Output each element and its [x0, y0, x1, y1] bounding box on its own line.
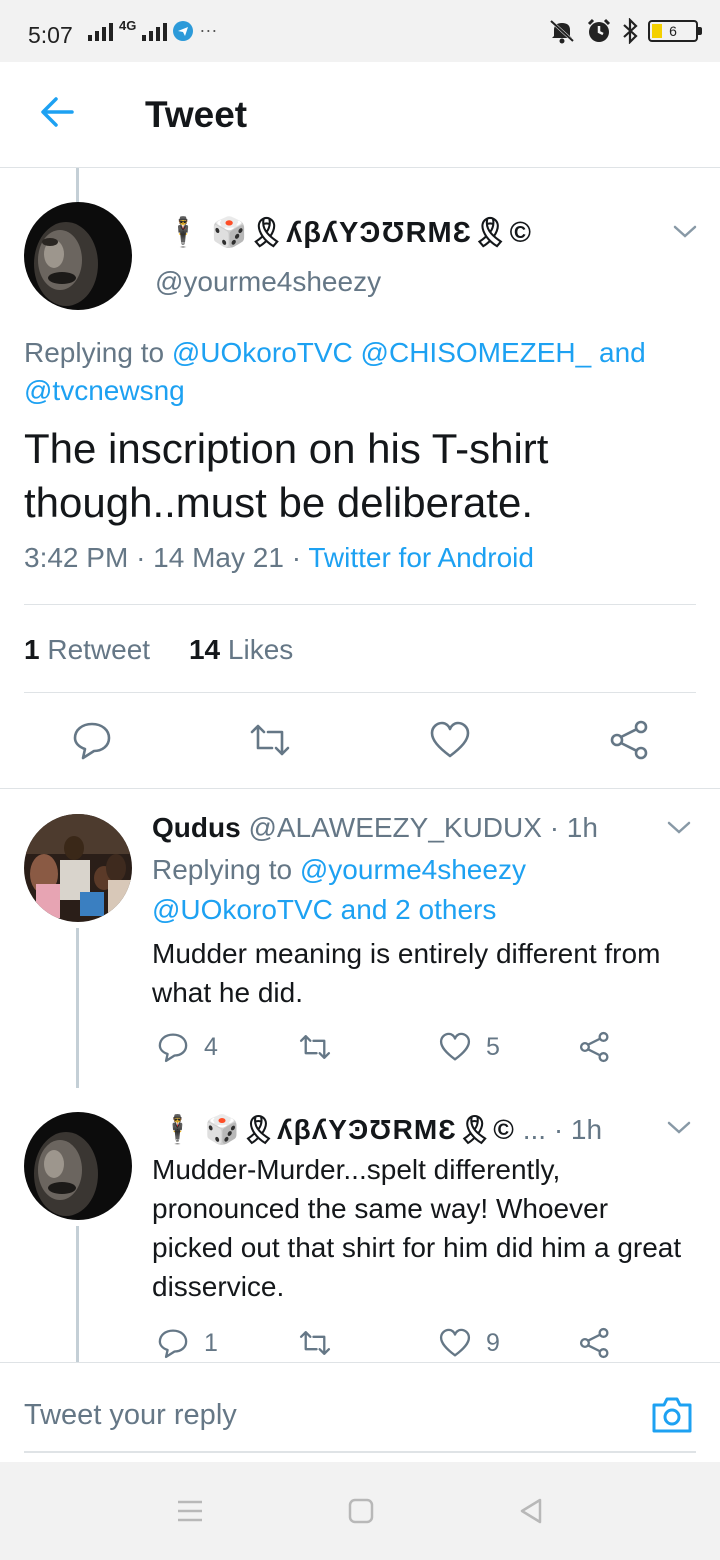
- telegram-icon: [173, 20, 194, 41]
- bluetooth-icon: [623, 18, 638, 44]
- retweet-icon: [299, 1331, 331, 1355]
- replying-prefix: Replying to: [24, 337, 165, 368]
- reply-header: 🕴 🎲🎗ʎβʎYϿƱRMƐ🎗© ... · 1h: [160, 1113, 602, 1146]
- chevron-down-icon[interactable]: [664, 818, 694, 838]
- reply-button[interactable]: 4: [156, 1030, 218, 1064]
- tweet-text: The inscription on his T-shirt though..m…: [24, 425, 549, 526]
- share-icon: [579, 1031, 609, 1063]
- reply-input[interactable]: Tweet your reply: [24, 1399, 237, 1432]
- thread-line: [76, 168, 79, 202]
- divider: [24, 604, 696, 605]
- meta-separator: ·: [291, 542, 302, 573]
- signal-2-icon: [142, 21, 168, 41]
- reply-icon: [158, 1033, 188, 1063]
- avatar[interactable]: [24, 814, 132, 922]
- author-handle[interactable]: @yourme4sheezy: [155, 266, 381, 298]
- top-app-bar: Tweet: [0, 62, 720, 168]
- reply-author-name[interactable]: 🕴 🎲🎗ʎβʎYϿƱRMƐ🎗©: [160, 1114, 515, 1145]
- reply-header: Qudus @ALAWEEZY_KUDUX · 1h: [152, 812, 598, 844]
- status-right-icons: 6: [548, 18, 702, 44]
- like-icon[interactable]: [428, 718, 472, 762]
- reply-author-name[interactable]: Qudus: [152, 812, 241, 843]
- battery-icon: 6: [648, 20, 702, 42]
- tweet-source[interactable]: Twitter for Android: [308, 542, 534, 573]
- back-icon[interactable]: [516, 1496, 546, 1526]
- home-icon[interactable]: [346, 1496, 376, 1526]
- like-button[interactable]: 9: [438, 1326, 500, 1360]
- status-bar: 5:07 4G ··· 6: [0, 0, 720, 62]
- reply-composer: Tweet your reply: [0, 1362, 720, 1462]
- reply-text: Mudder-Murder...spelt differently, prono…: [152, 1154, 682, 1302]
- tweet-date: 14 May 21: [153, 542, 284, 573]
- replying-mentions[interactable]: @UOkoroTVC @CHISOMEZEH_: [172, 337, 591, 368]
- system-nav-bar: [0, 1462, 720, 1560]
- thread-line: [76, 1226, 79, 1362]
- retweet-button[interactable]: [298, 1030, 332, 1064]
- status-left-icons: 4G ···: [88, 18, 218, 41]
- replying-mention[interactable]: @yourme4sheezy: [300, 854, 526, 885]
- network-type: 4G: [119, 18, 137, 33]
- page-title: Tweet: [145, 94, 248, 135]
- retweet-button[interactable]: [298, 1326, 332, 1360]
- avatar[interactable]: [24, 202, 132, 310]
- reply-icon: [158, 1329, 188, 1359]
- like-count: 9: [486, 1328, 500, 1357]
- tweet-time: 3:42 PM: [24, 542, 129, 573]
- more-notifications: ···: [199, 20, 218, 40]
- replying-prefix: Replying to: [152, 854, 293, 885]
- mute-icon: [549, 19, 575, 44]
- reply-text: Mudder meaning is entirely different fro…: [152, 938, 661, 1008]
- tweet-actions: [0, 718, 720, 770]
- retweet-icon[interactable]: [248, 718, 292, 762]
- status-time: 5:07: [28, 22, 73, 48]
- author-display-name[interactable]: 🕴 🎲🎗ʎβʎYϿƱRMƐ🎗©: [165, 216, 532, 250]
- likes-stat[interactable]: 14 Likes: [189, 634, 293, 665]
- back-arrow-icon[interactable]: [38, 92, 78, 132]
- replying-to: Replying to @yourme4sheezy @UOkoroTVC an…: [152, 850, 702, 930]
- alarm-icon: [587, 18, 611, 42]
- like-icon: [439, 1032, 471, 1061]
- reply-count: 4: [204, 1032, 218, 1061]
- chevron-down-icon[interactable]: [664, 1118, 694, 1138]
- reply-time: · 1h: [549, 812, 598, 843]
- share-button[interactable]: [578, 1030, 612, 1064]
- like-icon: [439, 1328, 471, 1357]
- replying-and[interactable]: and: [599, 337, 646, 368]
- replying-mention-rest[interactable]: @UOkoroTVC and 2 others: [152, 894, 496, 925]
- thread-line: [76, 928, 79, 1088]
- share-button[interactable]: [578, 1326, 612, 1360]
- share-icon[interactable]: [608, 718, 652, 762]
- divider: [24, 692, 696, 693]
- retweet-icon: [299, 1035, 331, 1059]
- replying-mention-last[interactable]: @tvcnewsng: [24, 375, 185, 406]
- reply-count: 1: [204, 1328, 218, 1357]
- like-count: 5: [486, 1032, 500, 1061]
- reply-input-underline: [24, 1451, 696, 1453]
- reply-icon[interactable]: [70, 718, 114, 762]
- tweet-meta: 3:42 PM · 14 May 21 · Twitter for Androi…: [24, 542, 534, 574]
- meta-separator: ·: [136, 542, 146, 573]
- tweet-stats: 1 Retweet 14 Likes: [24, 634, 293, 666]
- reply-author-handle[interactable]: @ALAWEEZY_KUDUX: [248, 812, 541, 843]
- share-icon: [579, 1327, 609, 1359]
- like-button[interactable]: 5: [438, 1030, 500, 1064]
- reply-time: · 1h: [553, 1114, 603, 1145]
- avatar[interactable]: [24, 1112, 132, 1220]
- chevron-down-icon[interactable]: [670, 222, 700, 242]
- section-divider: [0, 788, 720, 789]
- retweets-stat[interactable]: 1 Retweet: [24, 634, 150, 665]
- reply-author-handle[interactable]: ...: [523, 1114, 546, 1145]
- reply-button[interactable]: 1: [156, 1326, 218, 1360]
- menu-icon[interactable]: [175, 1496, 205, 1526]
- signal-icon: [88, 21, 113, 41]
- replying-to: Replying to @UOkoroTVC @CHISOMEZEH_ and …: [24, 334, 704, 410]
- camera-icon[interactable]: [650, 1393, 694, 1437]
